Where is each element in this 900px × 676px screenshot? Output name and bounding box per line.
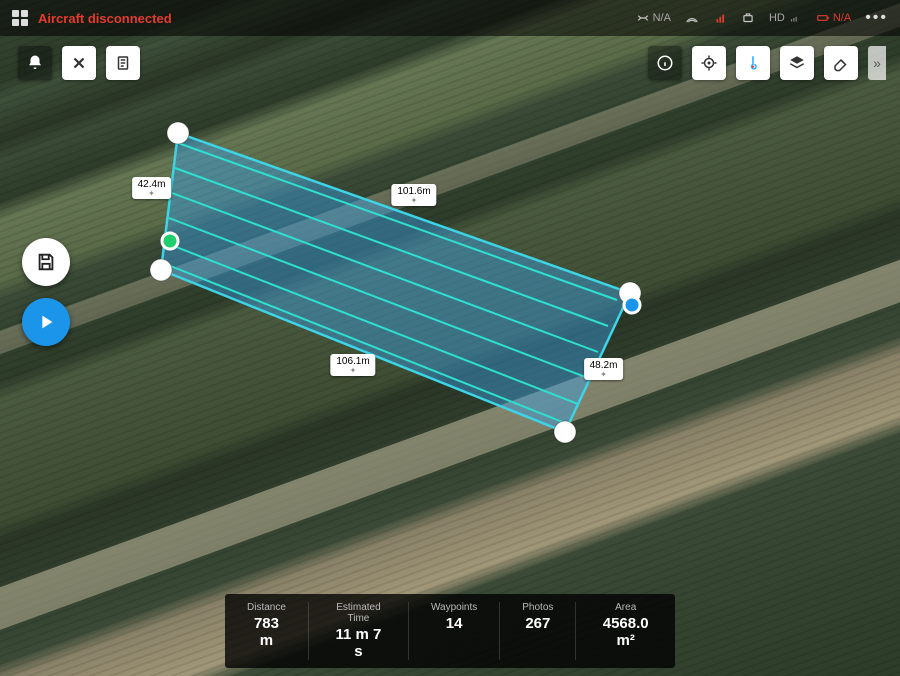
sensor-button[interactable]	[736, 46, 770, 80]
collapse-panel-button[interactable]: »	[868, 46, 886, 80]
battery-icon[interactable]: N/A	[816, 11, 851, 25]
battery-label: N/A	[833, 12, 851, 24]
apps-grid-icon[interactable]	[12, 10, 28, 26]
stat-label: Area	[598, 602, 653, 613]
info-button[interactable]	[648, 46, 682, 80]
mode-label: N/A	[653, 12, 671, 24]
layers-button[interactable]	[780, 46, 814, 80]
stat-label: Waypoints	[431, 602, 477, 613]
edge-length-right[interactable]: 48.2m	[584, 358, 624, 380]
stat-label: Distance	[247, 602, 286, 613]
rc-signal-icon[interactable]	[713, 11, 727, 25]
locate-button[interactable]	[692, 46, 726, 80]
satellite-icon[interactable]	[685, 11, 699, 25]
cancel-button[interactable]	[62, 46, 96, 80]
save-mission-button[interactable]	[22, 238, 70, 286]
gimbal-icon[interactable]	[741, 11, 755, 25]
chevron-right-icon: »	[873, 55, 881, 71]
stat-photos: Photos 267	[500, 602, 576, 660]
stat-waypoints: Waypoints 14	[409, 602, 500, 660]
right-toolbar: »	[648, 46, 886, 80]
stat-distance: Distance 783 m	[225, 602, 309, 660]
stat-time: Estimated Time 11 m 7 s	[309, 602, 409, 660]
connection-status: Aircraft disconnected	[38, 11, 172, 26]
more-menu-icon[interactable]: •••	[865, 9, 888, 27]
hd-signal-icon[interactable]: HD	[769, 11, 802, 25]
mission-stats-bar: Distance 783 m Estimated Time 11 m 7 s W…	[225, 594, 675, 668]
stat-value: 783 m	[247, 615, 286, 649]
top-status-bar: Aircraft disconnected N/A HD N/A •••	[0, 0, 900, 36]
drone-icon[interactable]: N/A	[636, 11, 671, 25]
stat-value: 11 m 7 s	[331, 626, 386, 660]
edge-length-bottom[interactable]: 106.1m	[330, 354, 375, 376]
notifications-button[interactable]	[18, 46, 52, 80]
stat-value: 4568.0 m²	[598, 615, 653, 649]
left-toolbar	[18, 46, 140, 80]
stat-label: Photos	[522, 602, 553, 613]
missions-list-button[interactable]	[106, 46, 140, 80]
clear-button[interactable]	[824, 46, 858, 80]
start-mission-button[interactable]	[22, 298, 70, 346]
stat-value: 14	[431, 615, 477, 632]
stat-value: 267	[522, 615, 553, 632]
edge-length-left[interactable]: 42.4m	[132, 177, 172, 199]
edge-length-top[interactable]: 101.6m	[391, 184, 436, 206]
stat-label: Estimated Time	[331, 602, 386, 624]
hd-label: HD	[769, 12, 785, 24]
stat-area: Area 4568.0 m²	[576, 602, 675, 660]
